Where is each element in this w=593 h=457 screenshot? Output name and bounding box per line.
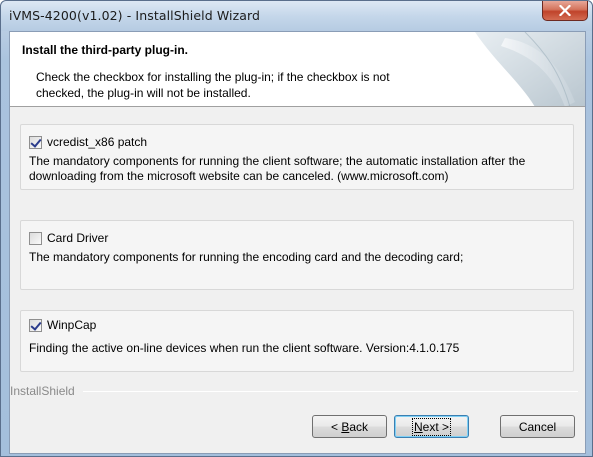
back-button-label: < Back (330, 419, 369, 434)
plugin-label[interactable]: vcredist_x86 patch (47, 135, 147, 149)
plugin-panel-card-driver: Card Driver The mandatory components for… (20, 220, 574, 290)
page-description: Check the checkbox for installing the pl… (36, 69, 456, 101)
back-button[interactable]: < Back (312, 415, 387, 438)
next-button[interactable]: Next > (394, 415, 469, 438)
window-title: iVMS-4200(v1.02) - InstallShield Wizard (9, 8, 261, 23)
plugin-description: The mandatory components for running the… (29, 154, 569, 184)
page-description-line: checked, the plug-in will not be install… (36, 86, 251, 100)
plugin-description-line: The mandatory components for running the… (29, 154, 526, 168)
installer-window: iVMS-4200(v1.02) - InstallShield Wizard … (0, 0, 593, 457)
installshield-brand-label: InstallShield (10, 384, 75, 398)
plugin-panel-vcredist: vcredist_x86 patch The mandatory compone… (20, 124, 574, 190)
footer-divider (83, 391, 578, 392)
plugin-description-line: The mandatory components for running the… (29, 250, 464, 264)
title-bar[interactable]: iVMS-4200(v1.02) - InstallShield Wizard (1, 1, 592, 31)
close-button[interactable] (542, 1, 588, 21)
installshield-banner-graphic (475, 32, 585, 106)
plugin-description: The mandatory components for running the… (29, 250, 569, 265)
plugin-label[interactable]: Card Driver (47, 231, 108, 245)
dialog-client-area: Install the third-party plug-in. Check t… (9, 31, 586, 454)
cancel-button[interactable]: Cancel (500, 415, 575, 438)
wizard-header: Install the third-party plug-in. Check t… (10, 32, 585, 107)
winpcap-checkbox[interactable] (29, 318, 42, 332)
plugin-checkbox-row[interactable]: WinpCap (29, 318, 96, 332)
vcredist-checkbox[interactable] (29, 135, 42, 149)
plugin-checkbox-row[interactable]: vcredist_x86 patch (29, 135, 147, 149)
plugin-label[interactable]: WinpCap (47, 318, 96, 332)
close-icon (559, 5, 571, 16)
page-description-line: Check the checkbox for installing the pl… (36, 70, 390, 84)
page-title: Install the third-party plug-in. (22, 43, 188, 57)
cancel-button-label: Cancel (518, 419, 557, 434)
plugin-panel-winpcap: WinpCap Finding the active on-line devic… (20, 310, 574, 372)
plugin-description: Finding the active on-line devices when … (29, 341, 569, 356)
card-driver-checkbox[interactable] (29, 231, 42, 245)
next-button-label: Next > (411, 417, 452, 436)
plugin-description-line: Finding the active on-line devices when … (29, 341, 460, 355)
plugin-description-line: downloading from the microsoft website c… (29, 169, 449, 183)
plugin-checkbox-row[interactable]: Card Driver (29, 231, 108, 245)
